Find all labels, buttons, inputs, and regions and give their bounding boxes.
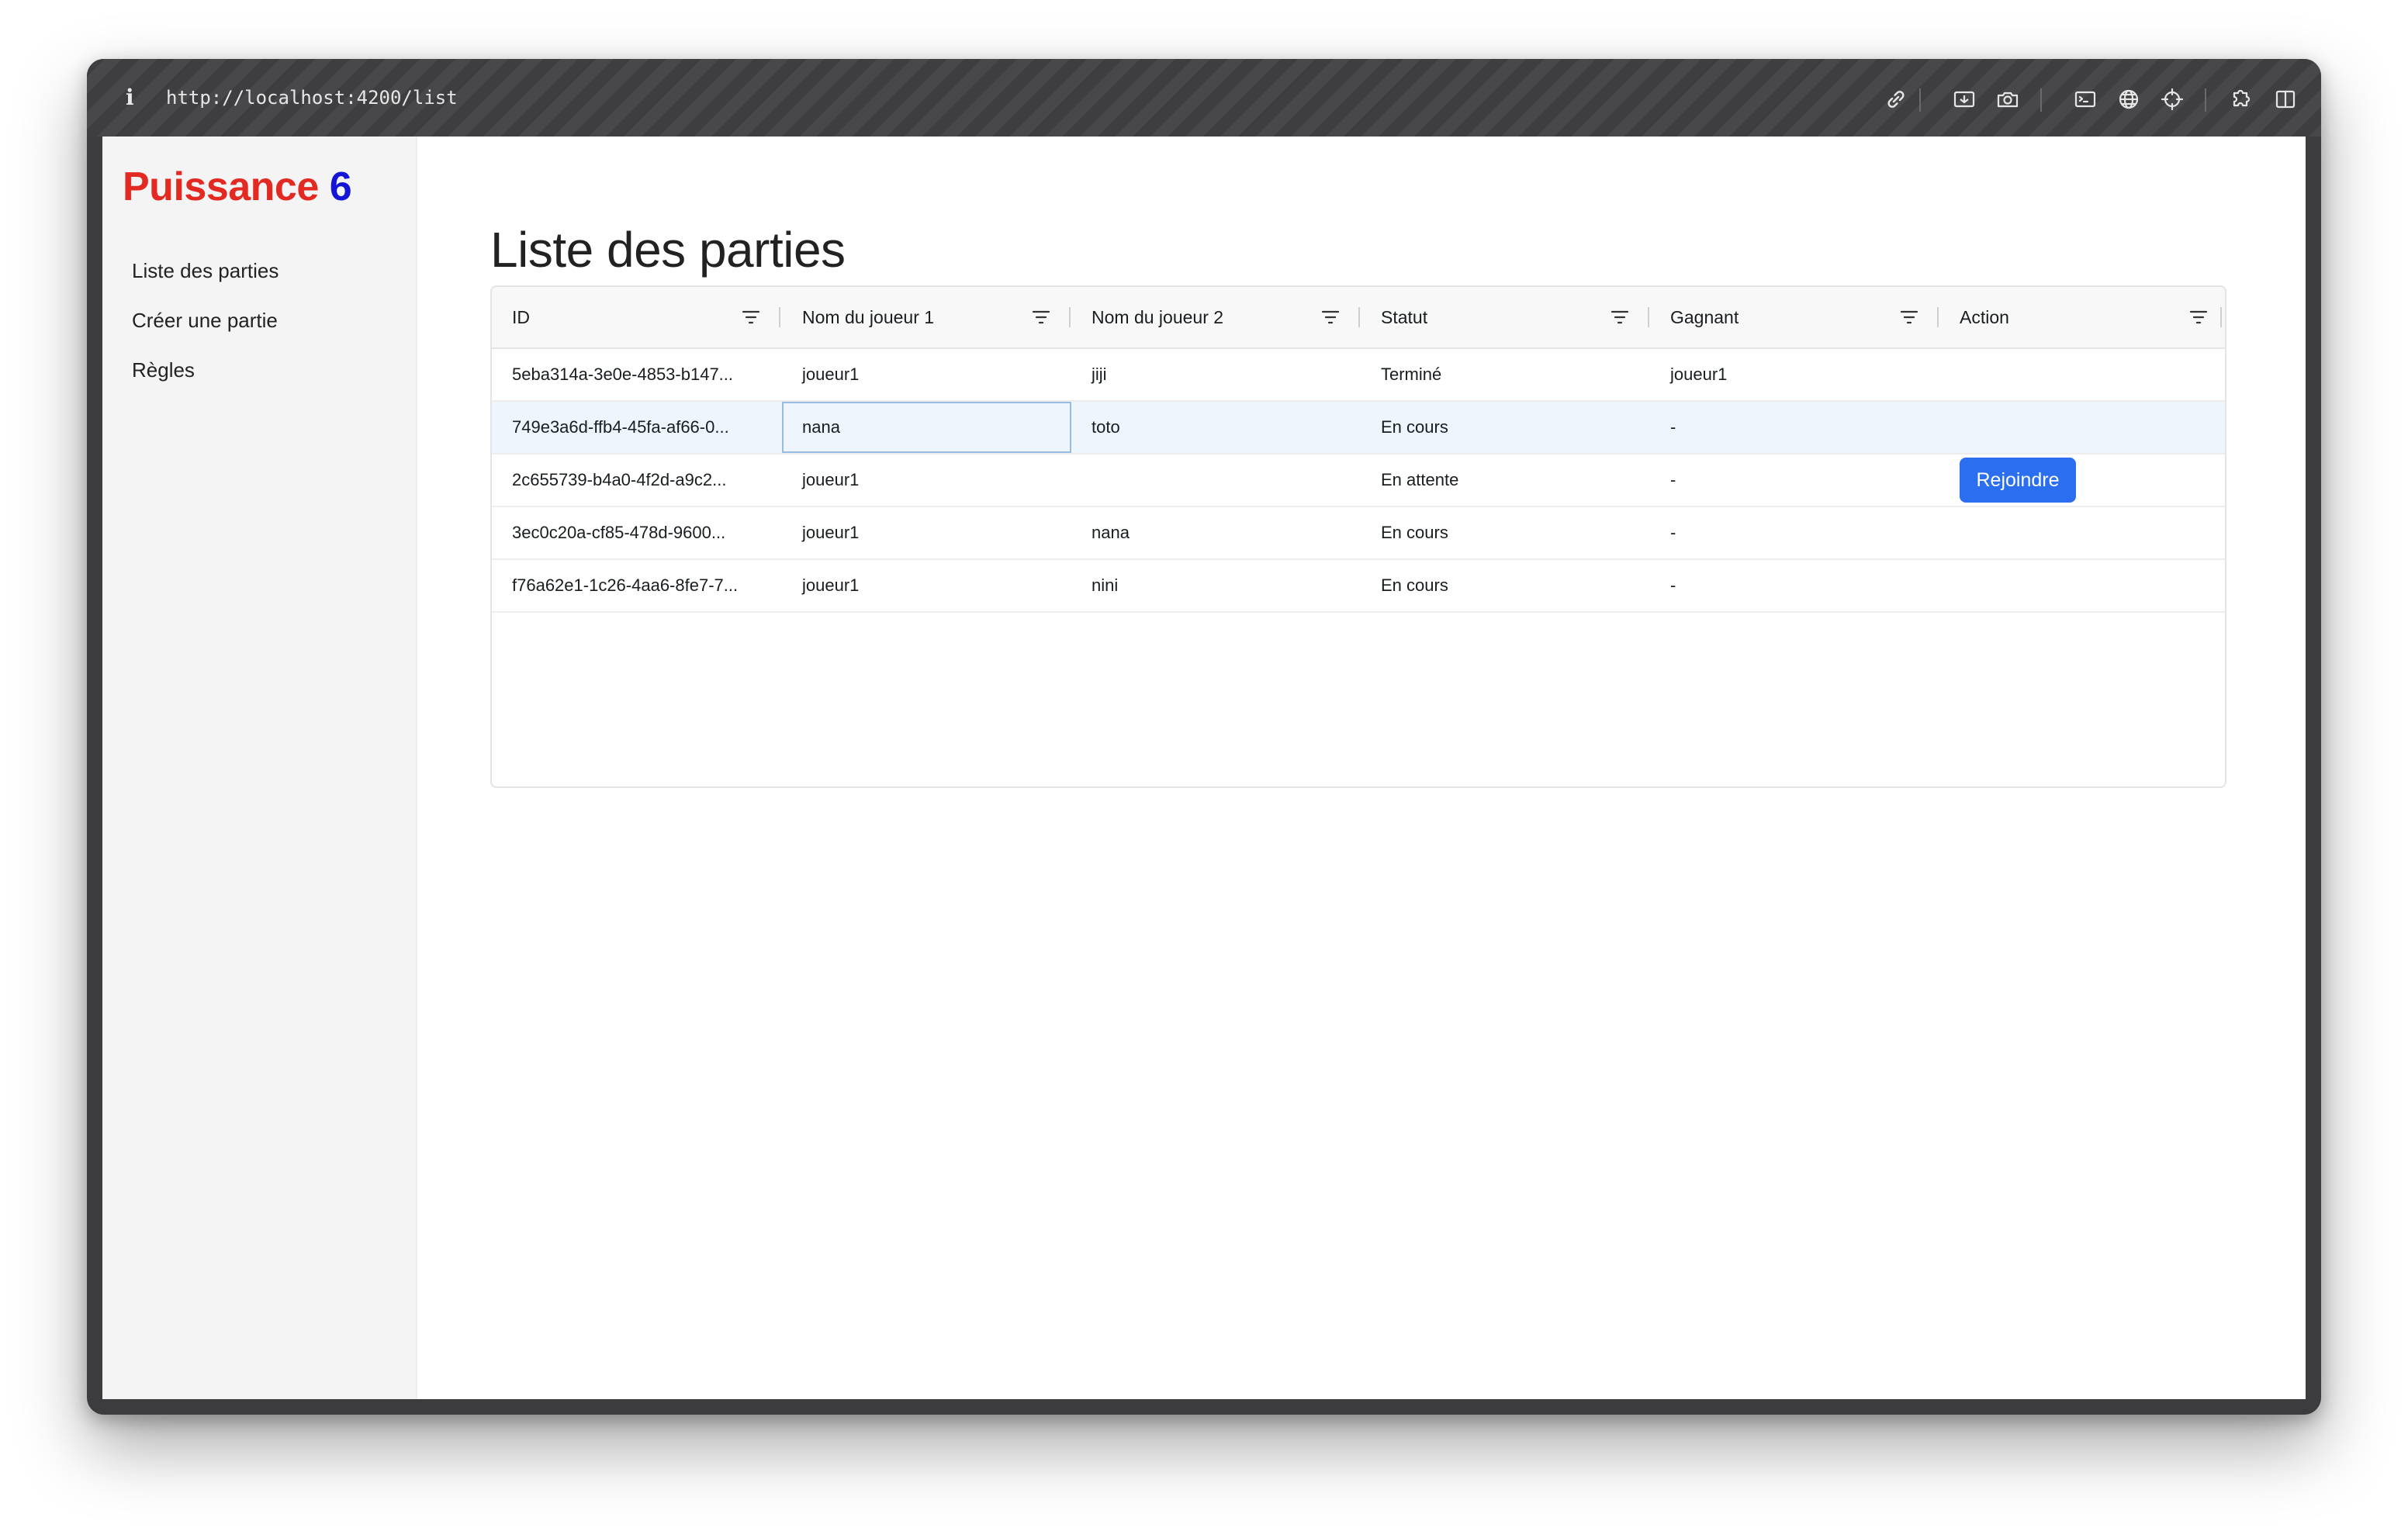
cell-action[interactable] — [1939, 507, 2225, 558]
crosshair-icon[interactable] — [2160, 87, 2185, 112]
cell-action[interactable]: Rejoindre — [1939, 454, 2225, 506]
column-resize-handle[interactable] — [779, 307, 780, 327]
column-header-player2[interactable]: Nom du joueur 2 — [1071, 287, 1361, 347]
filter-icon[interactable] — [1320, 307, 1341, 327]
toolbar-separator — [1919, 88, 1921, 112]
column-header-label: Nom du joueur 1 — [802, 307, 935, 327]
cell-status[interactable]: En cours — [1361, 402, 1650, 453]
browser-window: i http://localhost:4200/list Puissance 6… — [87, 59, 2321, 1415]
cell-player1[interactable]: joueur1 — [782, 349, 1071, 400]
filter-icon[interactable] — [740, 307, 762, 327]
table-row[interactable]: 3ec0c20a-cf85-478d-9600... joueur1 nana … — [492, 507, 2225, 560]
brand-logo[interactable]: Puissance 6 — [123, 163, 352, 211]
column-header-action[interactable]: Action — [1939, 287, 2225, 347]
brand-name: Puissance — [123, 164, 319, 209]
column-header-label: Action — [1960, 307, 2009, 327]
cell-id[interactable]: 5eba314a-3e0e-4853-b147... — [492, 349, 782, 400]
camera-icon[interactable] — [1995, 87, 2020, 112]
terminal-icon[interactable] — [2073, 87, 2098, 112]
column-resize-handle[interactable] — [1937, 307, 1939, 327]
cell-id[interactable]: 749e3a6d-ffb4-45fa-af66-0... — [492, 402, 782, 453]
browser-toolbar: i http://localhost:4200/list — [87, 59, 2321, 137]
column-header-status[interactable]: Statut — [1361, 287, 1650, 347]
cell-player1-focused[interactable]: nana — [782, 402, 1071, 453]
cell-action[interactable] — [1939, 560, 2225, 611]
cell-player2[interactable]: nana — [1071, 507, 1361, 558]
cell-player2[interactable]: nini — [1071, 560, 1361, 611]
column-resize-handle[interactable] — [1648, 307, 1649, 327]
table-row-selected[interactable]: 749e3a6d-ffb4-45fa-af66-0... nana toto E… — [492, 402, 2225, 454]
filter-icon[interactable] — [1030, 307, 1052, 327]
column-header-winner[interactable]: Gagnant — [1650, 287, 1939, 347]
cell-winner[interactable]: joueur1 — [1650, 349, 1939, 400]
cell-player2[interactable]: toto — [1071, 402, 1361, 453]
toolbar-separator — [2040, 88, 2042, 112]
screenshot-icon[interactable] — [1952, 87, 1977, 112]
link-icon[interactable] — [1884, 87, 1908, 112]
cell-status[interactable]: En attente — [1361, 454, 1650, 506]
cell-winner[interactable]: - — [1650, 402, 1939, 453]
cell-id[interactable]: 3ec0c20a-cf85-478d-9600... — [492, 507, 782, 558]
cell-winner[interactable]: - — [1650, 560, 1939, 611]
cell-status[interactable]: En cours — [1361, 560, 1650, 611]
address-bar[interactable]: http://localhost:4200/list — [166, 85, 458, 110]
cell-id[interactable]: 2c655739-b4a0-4f2d-a9c2... — [492, 454, 782, 506]
cell-status[interactable]: Terminé — [1361, 349, 1650, 400]
column-header-label: Gagnant — [1670, 307, 1739, 327]
cell-player1[interactable]: joueur1 — [782, 560, 1071, 611]
table-row[interactable]: f76a62e1-1c26-4aa6-8fe7-7... joueur1 nin… — [492, 560, 2225, 613]
cell-action[interactable] — [1939, 402, 2225, 453]
sidebar-toggle-icon[interactable] — [2273, 87, 2298, 112]
page-viewport: Puissance 6 Liste des parties Créer une … — [102, 137, 2306, 1399]
column-header-label: ID — [512, 307, 530, 327]
column-resize-handle[interactable] — [1069, 307, 1071, 327]
column-header-id[interactable]: ID — [492, 287, 782, 347]
nav-item-create[interactable]: Créer une partie — [132, 307, 278, 334]
filter-icon[interactable] — [2188, 307, 2209, 327]
column-header-label: Nom du joueur 2 — [1092, 307, 1224, 327]
table-row[interactable]: 5eba314a-3e0e-4853-b147... joueur1 jiji … — [492, 349, 2225, 402]
join-button[interactable]: Rejoindre — [1960, 458, 2076, 503]
column-resize-handle[interactable] — [2220, 307, 2222, 327]
extensions-icon[interactable] — [2230, 87, 2254, 112]
nav-item-rules[interactable]: Règles — [132, 357, 195, 383]
cell-winner[interactable]: - — [1650, 454, 1939, 506]
cell-player1[interactable]: joueur1 — [782, 454, 1071, 506]
cell-player1[interactable]: joueur1 — [782, 507, 1071, 558]
cell-player2[interactable] — [1071, 454, 1361, 506]
column-header-label: Statut — [1381, 307, 1428, 327]
globe-icon[interactable] — [2116, 87, 2141, 112]
games-table: ID Nom du joueur 1 Nom du joueur 2 Statu… — [490, 285, 2226, 788]
table-row[interactable]: 2c655739-b4a0-4f2d-a9c2... joueur1 En at… — [492, 454, 2225, 507]
toolbar-separator — [2205, 88, 2206, 112]
sidebar: Puissance 6 Liste des parties Créer une … — [102, 137, 417, 1399]
filter-icon[interactable] — [1609, 307, 1631, 327]
info-icon[interactable]: i — [126, 84, 144, 112]
cell-winner[interactable]: - — [1650, 507, 1939, 558]
column-resize-handle[interactable] — [1358, 307, 1360, 327]
cell-status[interactable]: En cours — [1361, 507, 1650, 558]
cell-action[interactable] — [1939, 349, 2225, 400]
filter-icon[interactable] — [1898, 307, 1920, 327]
nav-item-list[interactable]: Liste des parties — [132, 257, 279, 284]
cell-id[interactable]: f76a62e1-1c26-4aa6-8fe7-7... — [492, 560, 782, 611]
brand-number: 6 — [329, 164, 352, 209]
table-header: ID Nom du joueur 1 Nom du joueur 2 Statu… — [492, 287, 2225, 349]
cell-player2[interactable]: jiji — [1071, 349, 1361, 400]
page-title: Liste des parties — [490, 222, 846, 278]
column-header-player1[interactable]: Nom du joueur 1 — [782, 287, 1071, 347]
